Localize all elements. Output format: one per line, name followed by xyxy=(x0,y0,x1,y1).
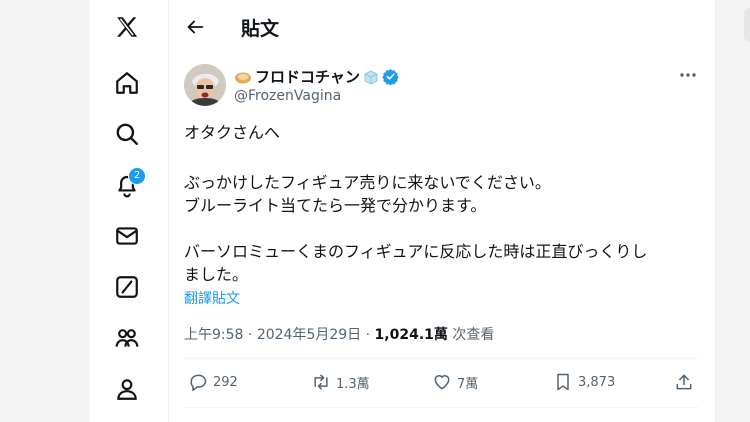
verified-badge-icon xyxy=(382,69,399,85)
right-column-edge xyxy=(744,8,750,42)
post-text-line: オタクさんへ xyxy=(184,123,281,142)
home-icon[interactable] xyxy=(112,68,142,98)
x-logo-icon[interactable] xyxy=(112,12,142,42)
bookmark-count: 3,873 xyxy=(578,374,616,390)
messages-envelope-icon[interactable] xyxy=(112,221,142,251)
author-name-text: フロドコチャン xyxy=(255,68,360,86)
repost-button[interactable]: 1.3萬 xyxy=(311,372,370,392)
translate-post-link[interactable]: 翻譯貼文 xyxy=(184,288,240,308)
heart-icon xyxy=(434,375,450,390)
back-arrow-icon[interactable] xyxy=(184,16,206,38)
post-text-line: ブルーライト当てたら一発で分かります。 xyxy=(184,196,487,215)
page-title: 貼文 xyxy=(241,18,280,40)
post-text-line: バーソロミューくまのフィギュアに反応した時は正直びっくりし xyxy=(184,242,648,261)
communities-icon[interactable] xyxy=(112,323,142,353)
post-date[interactable]: 2024年5月29日 xyxy=(257,327,361,343)
post-time[interactable]: 上午9:58 xyxy=(184,327,243,343)
page-margin-left xyxy=(0,0,90,422)
like-button[interactable]: 7萬 xyxy=(432,372,478,392)
avatar[interactable] xyxy=(184,64,226,106)
views-label: 次查看 xyxy=(447,327,495,343)
like-count: 7萬 xyxy=(457,376,479,392)
author-display-name[interactable]: フロドコチャン xyxy=(234,66,399,87)
bookmark-button[interactable]: 3,873 xyxy=(553,372,615,392)
share-button[interactable] xyxy=(674,372,694,392)
post-metadata: 上午9:58 · 2024年5月29日 · 1,024.1萬 次查看 xyxy=(184,324,494,344)
page-margin-right xyxy=(716,0,750,422)
post-text-line: ました。 xyxy=(184,265,249,284)
author-handle[interactable]: @FrozenVagina xyxy=(234,88,341,104)
repost-icon xyxy=(314,374,328,390)
meta-separator: · xyxy=(243,327,257,343)
divider xyxy=(184,358,698,359)
share-icon xyxy=(676,374,692,390)
ice-cube-emoji-icon xyxy=(364,69,378,85)
bread-emoji-icon xyxy=(235,72,251,83)
post-text-line: ぶっかけしたフィギュア売りに来ないでください。 xyxy=(184,173,551,192)
more-options-icon[interactable] xyxy=(677,66,699,84)
meta-separator: · xyxy=(361,327,375,343)
sidebar xyxy=(90,0,168,422)
reply-count: 292 xyxy=(213,374,238,390)
reply-button[interactable]: 292 xyxy=(188,372,238,392)
view-count: 1,024.1萬 xyxy=(374,327,448,343)
repost-count: 1.3萬 xyxy=(336,376,370,392)
reply-icon xyxy=(190,374,207,392)
grok-slash-icon[interactable] xyxy=(112,272,142,302)
notification-count-badge: 2 xyxy=(128,167,146,185)
bookmark-icon xyxy=(557,373,569,391)
profile-icon[interactable] xyxy=(112,374,142,404)
search-icon[interactable] xyxy=(112,119,142,149)
divider xyxy=(184,407,698,408)
